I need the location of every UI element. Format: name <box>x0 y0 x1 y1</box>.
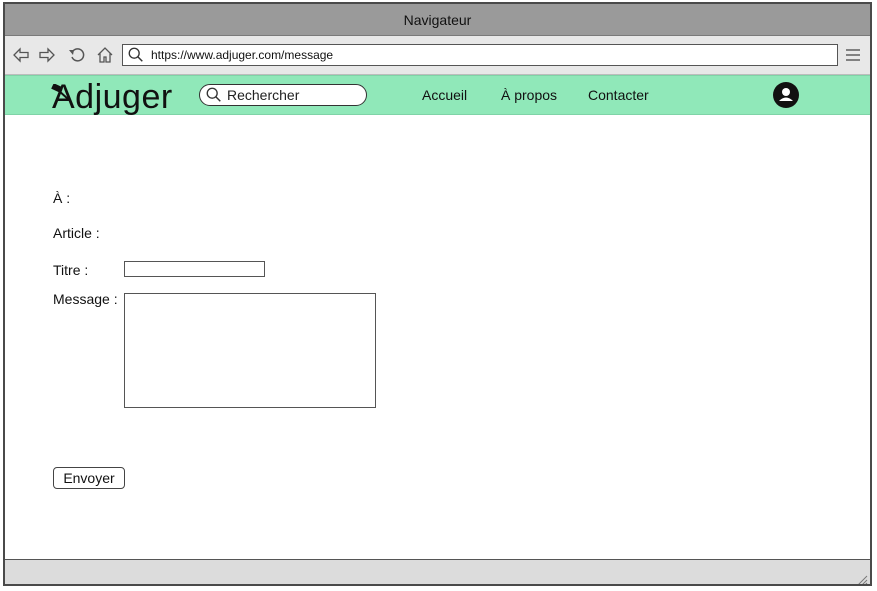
recipient-label: À : <box>53 190 71 206</box>
reload-icon[interactable] <box>67 45 87 65</box>
title-label: Titre : <box>53 262 89 278</box>
window-titlebar: Navigateur <box>5 4 870 36</box>
message-label: Message : <box>53 291 118 307</box>
browser-toolbar: https://www.adjuger.com/message <box>5 36 870 75</box>
url-text[interactable]: https://www.adjuger.com/message <box>151 48 333 62</box>
message-form: À : Article : Titre : Message : Envoyer <box>5 116 870 560</box>
back-arrow-icon[interactable] <box>11 45 31 65</box>
search-icon <box>127 46 145 64</box>
send-button[interactable]: Envoyer <box>53 467 125 489</box>
search-placeholder: Rechercher <box>227 87 300 103</box>
nav-link-a-propos[interactable]: À propos <box>501 87 557 103</box>
hamburger-menu-icon[interactable] <box>844 46 862 64</box>
nav-link-accueil[interactable]: Accueil <box>422 87 467 103</box>
nav-link-contacter[interactable]: Contacter <box>588 87 649 103</box>
search-icon <box>205 86 223 104</box>
forward-arrow-icon[interactable] <box>37 45 57 65</box>
status-bar <box>5 559 870 584</box>
resize-grip-icon[interactable] <box>856 573 868 584</box>
site-navbar: Adjuger Rechercher Accueil À propos Cont… <box>5 75 870 115</box>
user-account-icon[interactable] <box>773 82 799 108</box>
window-title: Navigateur <box>403 11 472 28</box>
home-icon[interactable] <box>95 45 115 65</box>
address-bar[interactable]: https://www.adjuger.com/message <box>122 44 838 66</box>
article-label: Article : <box>53 225 100 241</box>
title-input[interactable] <box>124 261 265 277</box>
site-logo[interactable]: Adjuger <box>51 80 192 120</box>
browser-window: Navigateur https://www.adjuger.com/messa… <box>3 2 872 586</box>
message-textarea[interactable] <box>124 293 376 408</box>
site-search-input[interactable]: Rechercher <box>199 84 367 106</box>
gavel-icon <box>51 84 69 100</box>
